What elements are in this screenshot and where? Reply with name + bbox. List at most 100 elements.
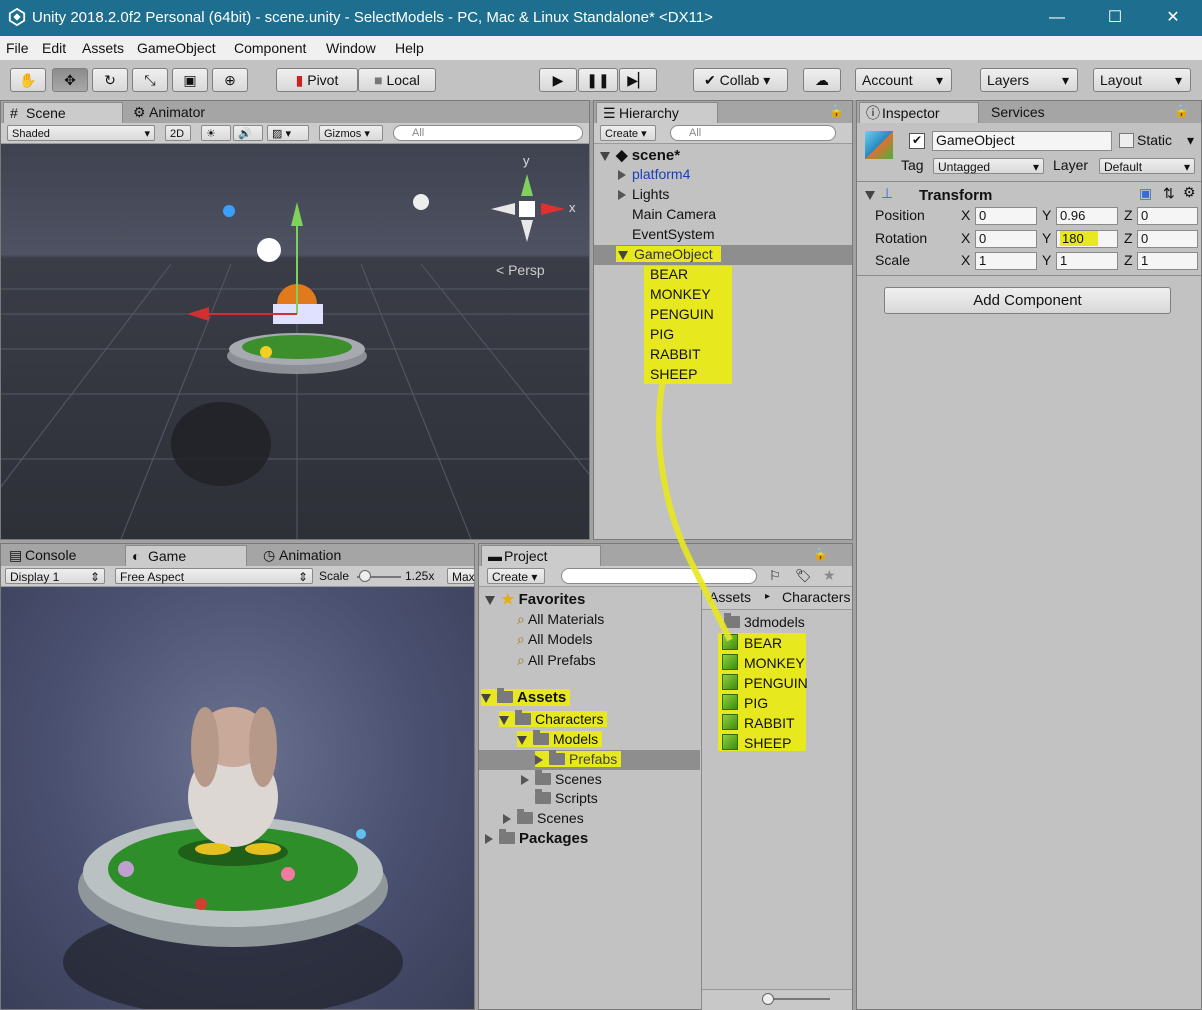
display-dropdown[interactable]: Display 1 ⇕: [5, 568, 105, 584]
static-checkbox[interactable]: [1119, 133, 1134, 148]
gameobject-name-field[interactable]: GameObject: [932, 131, 1112, 151]
rotate-tool-button[interactable]: ↻: [92, 68, 128, 92]
collab-button[interactable]: ✔ Collab ▾: [693, 68, 788, 92]
pivot-button[interactable]: ▮ Pivot: [276, 68, 358, 92]
step-button[interactable]: ▶▏: [619, 68, 657, 92]
hierarchy-item-platform4[interactable]: platform4: [618, 166, 690, 182]
cloud-button[interactable]: ☁: [803, 68, 841, 92]
menu-help[interactable]: Help: [395, 40, 424, 56]
hierarchy-item-gameobject[interactable]: GameObject: [616, 246, 721, 262]
rotation-y-field[interactable]: 180: [1056, 230, 1118, 248]
prefab-bear[interactable]: BEAR: [722, 634, 782, 651]
close-button[interactable]: ✕: [1158, 6, 1188, 30]
local-button[interactable]: ■ Local: [358, 68, 436, 92]
rotation-z-field[interactable]: 0: [1137, 230, 1198, 248]
menu-component[interactable]: Component: [234, 40, 306, 56]
maximize-button[interactable]: ☐: [1100, 6, 1130, 30]
icon-size-slider-thumb[interactable]: [762, 993, 774, 1005]
hierarchy-item-main-camera[interactable]: Main Camera: [632, 206, 716, 222]
position-x-field[interactable]: 0: [975, 207, 1037, 225]
transform-foldout[interactable]: [865, 186, 881, 202]
play-button[interactable]: ▶: [539, 68, 577, 92]
favorite-all-prefabs[interactable]: ⌕ All Prefabs: [517, 652, 596, 669]
effects-toggle[interactable]: ▨ ▾: [267, 125, 309, 141]
assets-node[interactable]: Assets: [481, 688, 571, 706]
hierarchy-child-rabbit[interactable]: RABBIT: [650, 346, 701, 362]
preset-icon[interactable]: ⇅: [1163, 185, 1175, 202]
lighting-toggle[interactable]: ☀: [201, 125, 231, 141]
hand-tool-button[interactable]: ✋: [10, 68, 46, 92]
layers-dropdown[interactable]: Layers ▾: [980, 68, 1078, 92]
characters-scenes-node[interactable]: Scenes: [521, 770, 602, 787]
minimize-button[interactable]: —: [1042, 6, 1072, 30]
prefab-rabbit[interactable]: RABBIT: [722, 714, 795, 731]
move-tool-button[interactable]: ✥: [52, 68, 88, 92]
maximize-on-play-toggle[interactable]: Max: [447, 568, 475, 584]
lock-icon[interactable]: 🔒: [829, 104, 844, 118]
favorites-node[interactable]: ★ Favorites: [485, 590, 585, 608]
rotation-x-field[interactable]: 0: [975, 230, 1037, 248]
tag-dropdown[interactable]: Untagged ▾: [933, 158, 1044, 174]
packages-node[interactable]: Packages: [485, 829, 588, 847]
favorite-star-icon[interactable]: ★: [823, 567, 836, 584]
help-icon[interactable]: ▣: [1139, 185, 1152, 202]
aspect-dropdown[interactable]: Free Aspect ⇕: [115, 568, 313, 584]
scene-search-input[interactable]: All: [393, 125, 583, 141]
lock-icon[interactable]: 🔒: [813, 547, 828, 561]
prefabs-node[interactable]: Prefabs: [535, 750, 622, 767]
asset-folder-3dmodels[interactable]: 3dmodels: [724, 613, 805, 630]
menu-assets[interactable]: Assets: [82, 40, 124, 56]
hierarchy-child-pig[interactable]: PIG: [650, 326, 674, 342]
scale-z-field[interactable]: 1: [1137, 252, 1198, 270]
gizmos-dropdown[interactable]: Gizmos ▾: [319, 125, 383, 141]
position-y-field[interactable]: 0.96: [1056, 207, 1118, 225]
layer-dropdown[interactable]: Default ▾: [1099, 158, 1195, 174]
tab-project[interactable]: ▬ Project: [481, 545, 601, 566]
scale-x-field[interactable]: 1: [975, 252, 1037, 270]
rect-tool-button[interactable]: ▣: [172, 68, 208, 92]
lock-icon[interactable]: 🔒: [1174, 104, 1189, 118]
tab-game[interactable]: ◐ Game: [125, 545, 247, 566]
persp-label[interactable]: < Persp: [496, 262, 545, 278]
transform-tool-button[interactable]: ⊕: [212, 68, 248, 92]
tab-scene[interactable]: # Scene: [3, 102, 123, 123]
prefab-sheep[interactable]: SHEEP: [722, 734, 791, 751]
models-node[interactable]: Models: [517, 730, 603, 747]
menu-edit[interactable]: Edit: [42, 40, 66, 56]
breadcrumb-characters[interactable]: Characters: [782, 589, 850, 605]
shading-dropdown[interactable]: Shaded ▾: [7, 125, 155, 141]
scale-y-field[interactable]: 1: [1056, 252, 1118, 270]
scale-slider-thumb[interactable]: [359, 570, 371, 582]
pause-button[interactable]: ❚❚: [578, 68, 618, 92]
scene-root[interactable]: ◆ scene*: [600, 146, 680, 164]
hierarchy-search-input[interactable]: All: [670, 125, 836, 141]
game-viewport[interactable]: [1, 587, 474, 1009]
filter-type-icon[interactable]: ⚐: [769, 568, 781, 584]
hierarchy-create-button[interactable]: Create ▾: [600, 125, 656, 141]
filter-label-icon[interactable]: 🏷: [795, 568, 812, 584]
hierarchy-item-eventsystem[interactable]: EventSystem: [632, 226, 714, 242]
prefab-penguin[interactable]: PENGUIN: [722, 674, 808, 691]
menu-file[interactable]: File: [6, 40, 29, 56]
add-component-button[interactable]: Add Component: [884, 287, 1171, 314]
prefab-pig[interactable]: PIG: [722, 694, 768, 711]
active-checkbox[interactable]: ✔: [909, 133, 925, 149]
hierarchy-child-sheep[interactable]: SHEEP: [650, 366, 697, 382]
characters-node[interactable]: Characters: [499, 710, 608, 727]
tab-inspector[interactable]: ⓘ Inspector: [859, 102, 979, 123]
hierarchy-child-penguin[interactable]: PENGUIN: [650, 306, 714, 322]
menu-gameobject[interactable]: GameObject: [137, 40, 216, 56]
2d-toggle[interactable]: 2D: [165, 125, 191, 141]
prefab-monkey[interactable]: MONKEY: [722, 654, 805, 671]
layout-dropdown[interactable]: Layout ▾: [1093, 68, 1191, 92]
hierarchy-child-monkey[interactable]: MONKEY: [650, 286, 711, 302]
project-search-input[interactable]: [561, 568, 757, 584]
favorite-all-models[interactable]: ⌕ All Models: [517, 631, 593, 648]
characters-scripts-node[interactable]: Scripts: [535, 789, 598, 806]
tab-hierarchy[interactable]: ☰ Hierarchy: [596, 102, 718, 123]
tab-animation[interactable]: ◷ Animation: [257, 545, 387, 566]
tab-animator[interactable]: ⚙ Animator: [127, 102, 237, 123]
account-dropdown[interactable]: Account ▾: [855, 68, 952, 92]
tab-console[interactable]: ▤ Console: [3, 545, 121, 566]
menu-window[interactable]: Window: [326, 40, 376, 56]
